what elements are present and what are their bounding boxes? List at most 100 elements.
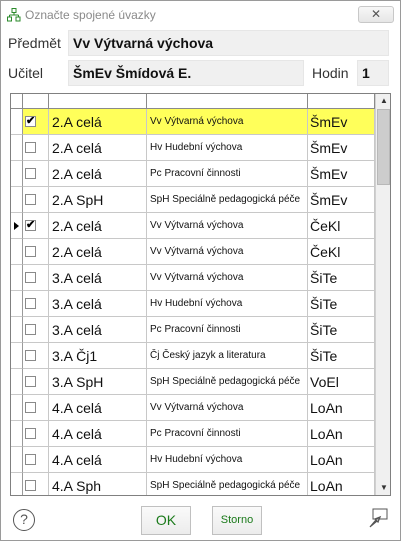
row-checkbox[interactable] [25, 246, 36, 257]
row-class-cell[interactable]: 3.A celá [49, 317, 147, 343]
row-subject-cell[interactable]: Vv Výtvarná výchova [147, 239, 308, 265]
row-teacher-cell[interactable]: LoAn [308, 447, 375, 473]
row-teacher-cell[interactable]: LoAn [308, 395, 375, 421]
row-indicator-cell[interactable] [11, 161, 23, 187]
table-row[interactable]: 2.A celá Pc Pracovní činnosti ŠmEv [11, 161, 375, 187]
row-indicator-cell[interactable] [11, 317, 23, 343]
row-checkbox[interactable] [25, 298, 36, 309]
row-indicator-cell[interactable] [11, 395, 23, 421]
close-button[interactable]: ✕ [358, 6, 394, 23]
table-row[interactable]: 4.A celá Pc Pracovní činnosti LoAn [11, 421, 375, 447]
row-class-cell[interactable]: 2.A celá [49, 161, 147, 187]
ok-button[interactable]: OK [141, 506, 191, 535]
row-indicator-cell[interactable] [11, 473, 23, 495]
row-subject-cell[interactable]: SpH Speciálně pedagogická péče [147, 187, 308, 213]
row-checkbox[interactable] [25, 194, 36, 205]
drag-pointer-icon[interactable] [367, 507, 389, 529]
row-indicator-cell[interactable] [11, 291, 23, 317]
row-teacher-cell[interactable]: ŠiTe [308, 291, 375, 317]
row-subject-cell[interactable]: SpH Speciálně pedagogická péče [147, 369, 308, 395]
row-teacher-cell[interactable]: ČeKl [308, 213, 375, 239]
row-indicator-cell[interactable] [11, 343, 23, 369]
row-checkbox[interactable] [25, 480, 36, 491]
storno-button[interactable]: Storno [212, 506, 262, 535]
row-indicator-cell[interactable] [11, 109, 23, 135]
row-teacher-cell[interactable]: LoAn [308, 473, 375, 495]
header-check-cell[interactable] [23, 94, 49, 109]
table-row[interactable]: 4.A Sph SpH Speciálně pedagogická péče LoA… [11, 473, 375, 495]
row-subject-cell[interactable]: Hv Hudební výchova [147, 447, 308, 473]
row-checkbox[interactable] [25, 428, 36, 439]
row-class-cell[interactable]: 2.A celá [49, 213, 147, 239]
row-subject-cell[interactable]: Vv Výtvarná výchova [147, 265, 308, 291]
row-indicator-cell[interactable] [11, 369, 23, 395]
row-checkbox[interactable] [25, 376, 36, 387]
row-subject-cell[interactable]: Vv Výtvarná výchova [147, 109, 308, 135]
row-checkbox[interactable] [25, 142, 36, 153]
row-teacher-cell[interactable]: ČeKl [308, 239, 375, 265]
row-checkbox[interactable] [25, 168, 36, 179]
row-teacher-cell[interactable]: ŠmEv [308, 135, 375, 161]
table-row[interactable]: 2.A SpH SpH Speciálně pedagogická péče ŠmE… [11, 187, 375, 213]
row-class-cell[interactable]: 4.A celá [49, 395, 147, 421]
row-checkbox[interactable]: ✔ [25, 219, 36, 231]
table-row[interactable]: 3.A celá Vv Výtvarná výchova ŠiTe [11, 265, 375, 291]
row-subject-cell[interactable]: Pc Pracovní činnosti [147, 317, 308, 343]
row-class-cell[interactable]: 4.A celá [49, 447, 147, 473]
scroll-up-arrow-icon[interactable]: ▲ [376, 94, 390, 108]
row-checkbox[interactable] [25, 324, 36, 335]
header-teacher-cell[interactable] [308, 94, 375, 109]
row-class-cell[interactable]: 3.A SpH [49, 369, 147, 395]
row-teacher-cell[interactable]: ŠiTe [308, 343, 375, 369]
row-subject-cell[interactable]: Pc Pracovní činnosti [147, 421, 308, 447]
table-row[interactable]: 3.A celá Pc Pracovní činnosti ŠiTe [11, 317, 375, 343]
table-row[interactable]: 2.A celá Vv Výtvarná výchova ČeKl [11, 239, 375, 265]
row-teacher-cell[interactable]: LoAn [308, 421, 375, 447]
row-class-cell[interactable]: 4.A Sph [49, 473, 147, 495]
row-indicator-cell[interactable] [11, 239, 23, 265]
row-indicator-cell[interactable] [11, 447, 23, 473]
row-checkbox[interactable] [25, 454, 36, 465]
row-teacher-cell[interactable]: ŠiTe [308, 317, 375, 343]
row-checkbox[interactable] [25, 402, 36, 413]
scroll-down-arrow-icon[interactable]: ▼ [376, 481, 390, 495]
row-checkbox[interactable] [25, 350, 36, 361]
row-class-cell[interactable]: 2.A celá [49, 239, 147, 265]
row-subject-cell[interactable]: Vv Výtvarná výchova [147, 395, 308, 421]
row-indicator-cell[interactable] [11, 187, 23, 213]
row-class-cell[interactable]: 2.A SpH [49, 187, 147, 213]
row-indicator-cell[interactable] [11, 265, 23, 291]
row-subject-cell[interactable]: Pc Pracovní činnosti [147, 161, 308, 187]
row-class-cell[interactable]: 4.A celá [49, 421, 147, 447]
row-teacher-cell[interactable]: ŠmEv [308, 109, 375, 135]
row-teacher-cell[interactable]: ŠiTe [308, 265, 375, 291]
row-teacher-cell[interactable]: ŠmEv [308, 187, 375, 213]
row-teacher-cell[interactable]: ŠmEv [308, 161, 375, 187]
row-subject-cell[interactable]: Čj Český jazyk a literatura [147, 343, 308, 369]
row-subject-cell[interactable]: Hv Hudební výchova [147, 291, 308, 317]
row-class-cell[interactable]: 3.A celá [49, 265, 147, 291]
table-row[interactable]: 2.A celá Hv Hudební výchova ŠmEv [11, 135, 375, 161]
row-indicator-cell[interactable] [11, 135, 23, 161]
header-subject-cell[interactable] [147, 94, 308, 109]
table-row[interactable]: ✔ 2.A celá Vv Výtvarná výchova ČeKl [11, 213, 375, 239]
scrollbar-thumb[interactable] [377, 109, 390, 185]
table-row[interactable]: ✔ 2.A celá Vv Výtvarná výchova ŠmEv [11, 109, 375, 135]
row-class-cell[interactable]: 2.A celá [49, 109, 147, 135]
row-subject-cell[interactable]: Vv Výtvarná výchova [147, 213, 308, 239]
row-class-cell[interactable]: 3.A celá [49, 291, 147, 317]
row-subject-cell[interactable]: SpH Speciálně pedagogická péče [147, 473, 308, 495]
row-indicator-cell[interactable] [11, 213, 23, 239]
row-subject-cell[interactable]: Hv Hudební výchova [147, 135, 308, 161]
table-row[interactable]: 3.A SpH SpH Speciálně pedagogická péče VoE… [11, 369, 375, 395]
header-class-cell[interactable] [49, 94, 147, 109]
row-class-cell[interactable]: 2.A celá [49, 135, 147, 161]
table-row[interactable]: 3.A celá Hv Hudební výchova ŠiTe [11, 291, 375, 317]
vertical-scrollbar[interactable]: ▲ ▼ [375, 94, 390, 495]
table-row[interactable]: 3.A Čj1 Čj Český jazyk a literatura ŠiTe [11, 343, 375, 369]
row-teacher-cell[interactable]: VoEl [308, 369, 375, 395]
row-class-cell[interactable]: 3.A Čj1 [49, 343, 147, 369]
row-checkbox[interactable]: ✔ [25, 115, 36, 127]
table-row[interactable]: 4.A celá Hv Hudební výchova LoAn [11, 447, 375, 473]
help-icon[interactable]: ? [13, 509, 35, 531]
